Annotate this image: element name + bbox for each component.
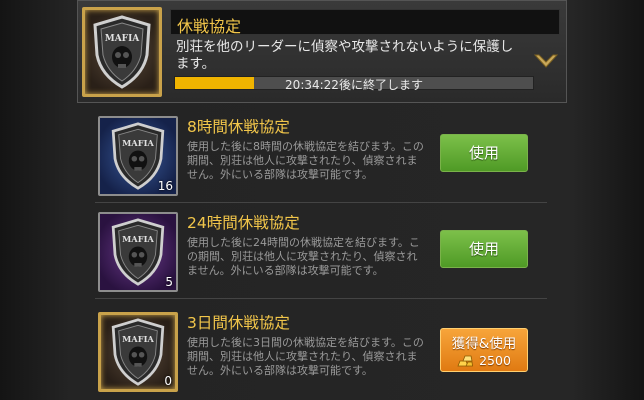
mafia-shield-icon: MAFIA: [111, 318, 165, 386]
item-count: 0: [164, 374, 172, 388]
truce-item-8h: MAFIA 16 8時間休戦協定 使用した後に8時間の休戦協定を結びます。この期…: [95, 110, 547, 203]
price-value: 2500: [479, 353, 511, 368]
badge-text: MAFIA: [122, 234, 154, 244]
mafia-shield-icon: MAFIA: [93, 15, 151, 89]
mafia-shield-icon: MAFIA: [111, 218, 165, 286]
item-description: 使用した後に3日間の休戦協定を結びます。この期間、別荘は他人に攻撃されたり、偵察…: [187, 336, 424, 377]
buy-and-use-label: 獲得&使用: [451, 336, 517, 352]
badge-text: MAFIA: [122, 334, 154, 344]
use-button-label: 使用: [468, 240, 499, 258]
item-badge: MAFIA 0: [98, 312, 178, 392]
active-truce-header[interactable]: MAFIA 休戦協定 別荘を他のリーダーに偵察や攻撃されないように保護します。 …: [77, 0, 567, 103]
use-button[interactable]: 使用: [440, 230, 528, 268]
truce-item-24h: MAFIA 5 24時間休戦協定 使用した後に24時間の休戦協定を結びます。この…: [95, 206, 547, 299]
item-description: 使用した後に8時間の休戦協定を結びます。この期間、別荘は他人に攻撃されたり、偵察…: [187, 140, 424, 181]
gold-bars-icon: [457, 355, 474, 367]
chevron-down-icon[interactable]: [533, 51, 559, 71]
timer-text: 20:34:22後に終了します: [285, 78, 423, 92]
truce-panel: MAFIA 休戦協定 別荘を他のリーダーに偵察や攻撃されないように保護します。 …: [0, 0, 644, 400]
badge-text: MAFIA: [122, 138, 154, 148]
price-row: 2500: [441, 353, 527, 368]
truce-item-3d: MAFIA 0 3日間休戦協定 使用した後に3日間の休戦協定を結びます。この期間…: [95, 306, 547, 398]
truce-timer-bar: 20:34:22後に終了します: [174, 76, 534, 92]
buy-and-use-button[interactable]: 獲得&使用 2500: [440, 328, 528, 372]
header-description: 別荘を他のリーダーに偵察や攻撃されないように保護します。: [176, 39, 514, 72]
item-description: 使用した後に24時間の休戦協定を結びます。この期間、別荘は他人に攻撃されたり、偵…: [187, 236, 420, 277]
item-count: 5: [165, 275, 173, 289]
item-badge: MAFIA 16: [98, 116, 178, 196]
item-count: 16: [157, 179, 173, 193]
use-button[interactable]: 使用: [440, 134, 528, 172]
use-button-label: 使用: [468, 144, 499, 162]
item-title: 24時間休戦協定: [187, 214, 300, 232]
header-title: 休戦協定: [177, 17, 242, 36]
item-badge: MAFIA 5: [98, 212, 178, 292]
active-truce-badge: MAFIA: [82, 7, 162, 97]
badge-text: MAFIA: [105, 34, 141, 44]
header-title-bar: 休戦協定: [170, 9, 560, 36]
item-title: 8時間休戦協定: [187, 118, 290, 136]
item-title: 3日間休戦協定: [187, 314, 290, 332]
